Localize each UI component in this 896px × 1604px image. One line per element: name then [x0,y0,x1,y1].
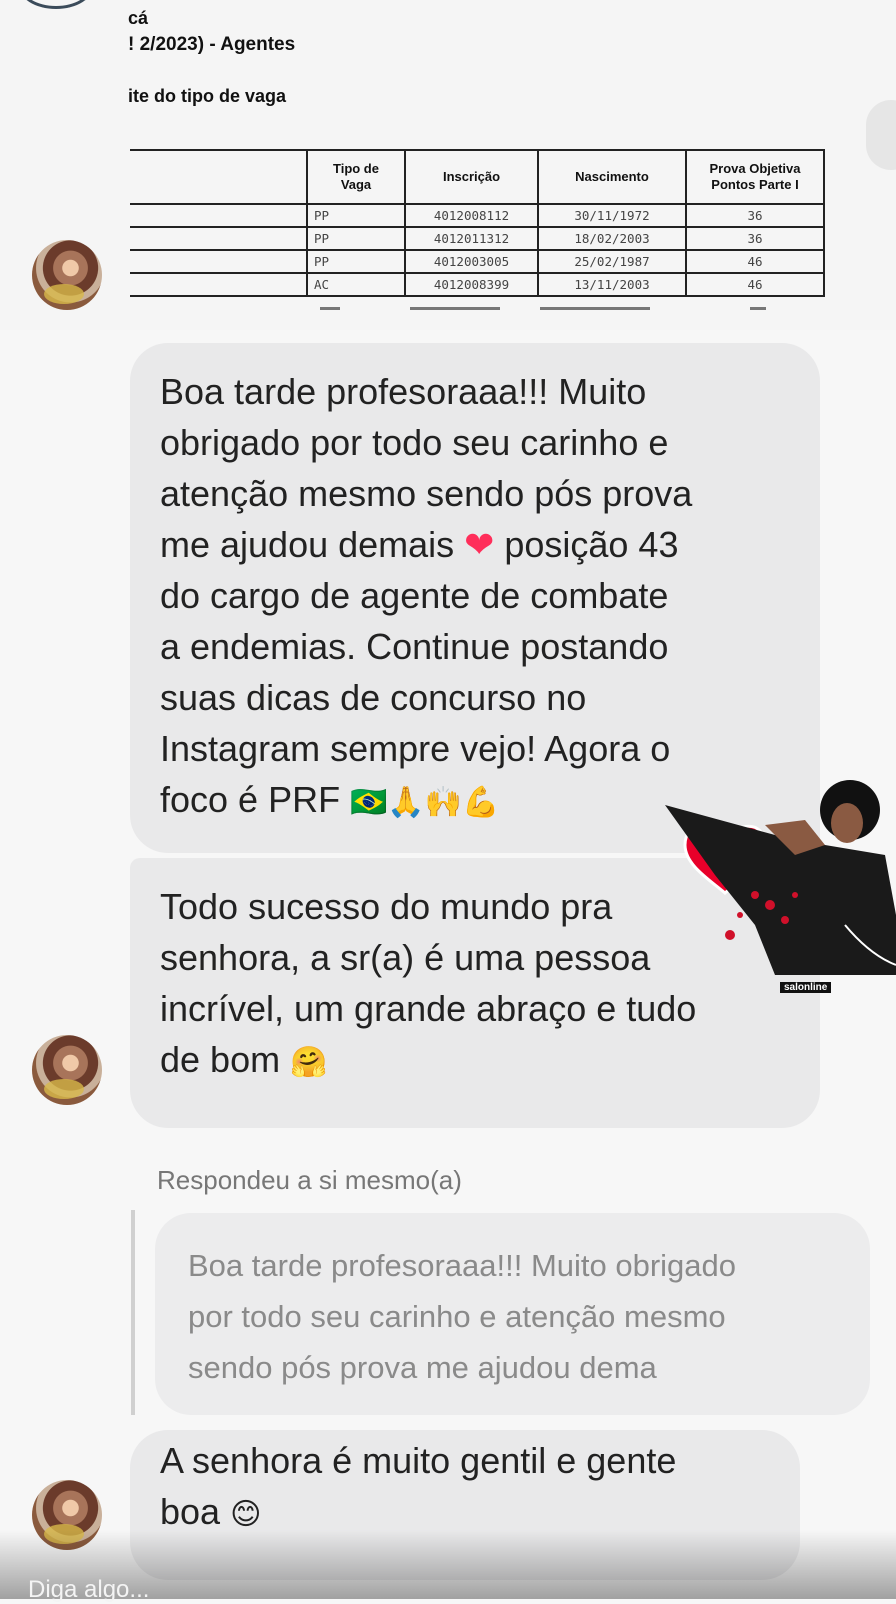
quoted-message[interactable]: Boa tarde profesoraaa!!! Muito obrigado … [155,1213,870,1415]
message-text: posição 43 do cargo de agente de combate… [160,524,679,820]
cell-tipo: PP [306,226,406,251]
cell-inscricao: 4012008112 [404,203,539,228]
reply-input[interactable]: Diga algo... [28,1576,149,1604]
cell-nascimento: 13/11/2003 [537,272,687,297]
document-subtitle: ite do tipo de vaga [128,86,287,106]
brazil-pray-raised-hands-muscle-icons: 🇧🇷🙏🙌💪 [350,785,500,820]
cell-pontos: 36 [685,226,825,251]
sticker-brand-tag: salonline [780,982,832,993]
red-heart-icon: ❤ [464,524,495,565]
side-scroll-handle[interactable] [866,100,896,170]
table-row: AC 4012008399 13/11/2003 46 [130,272,825,297]
cell-pontos: 36 [685,203,825,228]
header-nascimento: Nascimento [537,149,687,205]
header-tipo-vaga: Tipo de Vaga [306,149,406,205]
header-inscricao: Inscrição [404,149,539,205]
table-row: PP 4012003005 25/02/1987 46 [130,249,825,274]
cell-inscricao: 4012011312 [404,226,539,251]
cell-pontos: 46 [685,272,825,297]
cropped-logo-arc [18,0,94,9]
cell-nascimento: 18/02/2003 [537,226,687,251]
cell-nascimento: 25/02/1987 [537,249,687,274]
document-title: ! 2/2023) - Agentes [128,34,296,55]
cell-tipo: PP [306,249,406,274]
results-table: Tipo de Vaga Inscrição Nascimento Prova … [130,149,825,297]
sender-avatar[interactable] [32,1035,102,1105]
shared-document-image: cá ! 2/2023) - Agentes ite do tipo de va… [0,0,896,330]
cell-tipo: AC [306,272,406,297]
reply-indicator-bar [131,1210,135,1415]
hugging-face-icon: 🤗 [290,1045,328,1080]
cell-nascimento: 30/11/1972 [537,203,687,228]
sender-avatar[interactable] [32,240,102,310]
message-text: Todo sucesso do mundo pra senhora, a sr(… [160,886,697,1080]
reply-label: Respondeu a si mesmo(a) [157,1165,462,1195]
blank-header [130,149,308,205]
document-heading-fragment: cá [128,8,149,28]
table-row: PP 4012008112 30/11/1972 36 [130,203,825,228]
cropped-table-row [130,303,838,313]
header-prova-objetiva: Prova Objetiva Pontos Parte I [685,149,825,205]
heart-hands-sticker [665,780,896,975]
cell-inscricao: 4012003005 [404,249,539,274]
smiling-face-icon: 😊 [230,1497,262,1532]
cell-pontos: 46 [685,249,825,274]
face-shape [831,803,863,843]
cell-tipo: PP [306,203,406,228]
cell-inscricao: 4012008399 [404,272,539,297]
table-row: PP 4012011312 18/02/2003 36 [130,226,825,251]
